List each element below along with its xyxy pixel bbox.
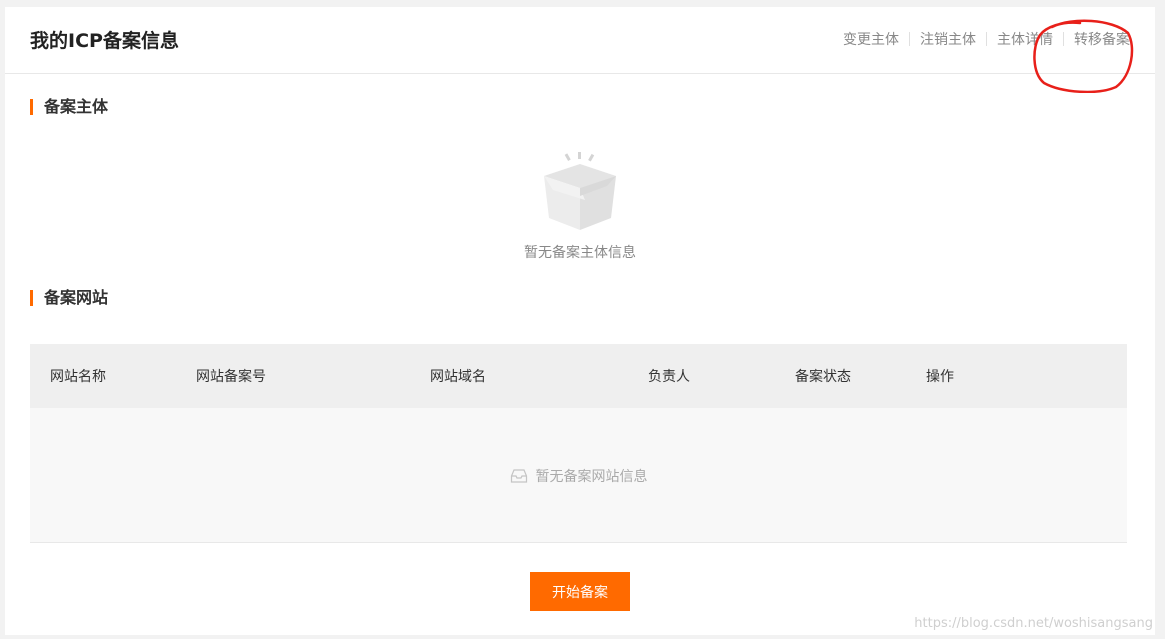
header-actions: 变更主体 注销主体 主体详情 转移备案 [833, 29, 1130, 49]
page-title: 我的ICP备案信息 [30, 30, 179, 52]
column-header-site-name: 网站名称 [50, 369, 106, 385]
table-header: 网站名称 网站备案号 网站域名 负责人 备案状态 操作 [30, 344, 1127, 408]
transfer-filing-link[interactable]: 转移备案 [1064, 29, 1130, 49]
website-section-title: 备案网站 [30, 288, 108, 308]
icp-card: 我的ICP备案信息 变更主体 注销主体 主体详情 转移备案 备案主体 暂无备案主… [5, 7, 1155, 635]
column-header-actions: 操作 [926, 369, 954, 385]
change-subject-link[interactable]: 变更主体 [833, 29, 909, 49]
column-header-domain: 网站域名 [430, 369, 486, 385]
column-header-filing-number: 网站备案号 [196, 369, 266, 385]
website-table: 网站名称 网站备案号 网站域名 负责人 备案状态 操作 暂无备案网站信息 [30, 344, 1127, 543]
page-header: 我的ICP备案信息 变更主体 注销主体 主体详情 转移备案 [5, 7, 1155, 74]
cancel-subject-link[interactable]: 注销主体 [910, 29, 986, 49]
subject-section-title: 备案主体 [30, 97, 108, 117]
empty-box-icon [541, 152, 619, 236]
column-header-status: 备案状态 [795, 369, 851, 385]
inbox-icon [510, 469, 527, 483]
table-empty-state: 暂无备案网站信息 [30, 466, 1127, 486]
start-filing-button[interactable]: 开始备案 [530, 572, 630, 611]
subject-empty-text: 暂无备案主体信息 [524, 245, 636, 261]
subject-details-link[interactable]: 主体详情 [987, 29, 1063, 49]
column-header-owner: 负责人 [648, 369, 690, 385]
website-empty-text: 暂无备案网站信息 [535, 469, 648, 485]
watermark-text: https://blog.csdn.net/woshisangsang [914, 616, 1153, 631]
